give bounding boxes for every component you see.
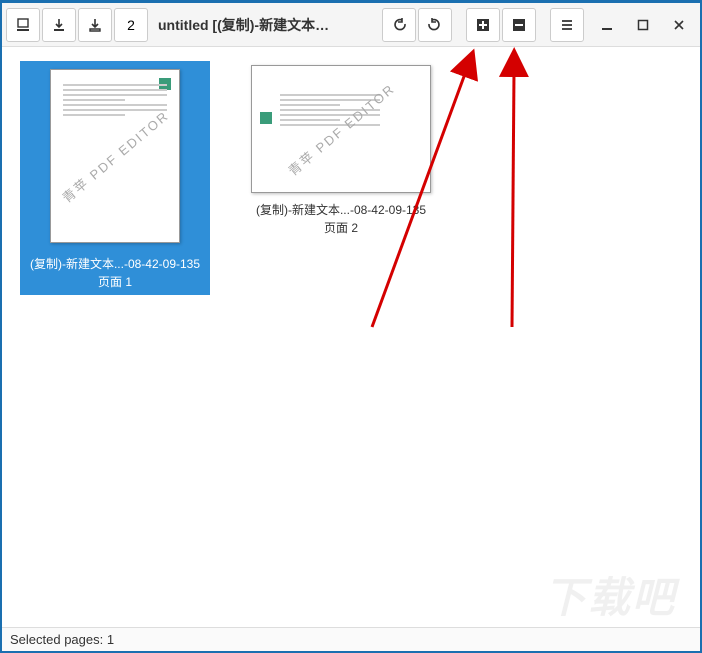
status-bar: Selected pages: 1 xyxy=(2,627,700,651)
page-caption: (复制)-新建文本...-08-42-09-135 页面 1 xyxy=(20,251,210,295)
import-button[interactable] xyxy=(42,8,76,42)
close-button[interactable] xyxy=(662,8,696,42)
thumbnails-area[interactable]: 青苹 PDF EDITOR (复制)-新建文本...-08-42-09-135 … xyxy=(2,47,700,627)
page-preview: 青苹 PDF EDITOR xyxy=(251,65,431,193)
toolbar: 2 untitled [(复制)-新建文本文档 (2... xyxy=(2,3,700,47)
rotate-left-button[interactable] xyxy=(382,8,416,42)
page-thumbnail-2[interactable]: 青苹 PDF EDITOR (复制)-新建文本...-08-42-09-135 … xyxy=(246,61,436,237)
watermark-text: 青苹 PDF EDITOR xyxy=(58,106,173,207)
window-title: untitled [(复制)-新建文本文档 (2... xyxy=(150,15,350,35)
selected-pages-label: Selected pages: 1 xyxy=(10,632,114,647)
page-caption: (复制)-新建文本...-08-42-09-135 页面 2 xyxy=(246,201,436,237)
export-button[interactable] xyxy=(78,8,112,42)
add-page-button[interactable] xyxy=(466,8,500,42)
view-mode-button[interactable] xyxy=(6,8,40,42)
rotate-right-button[interactable] xyxy=(418,8,452,42)
minimize-button[interactable] xyxy=(590,8,624,42)
page-preview: 青苹 PDF EDITOR xyxy=(50,69,180,243)
page-thumbnail-1[interactable]: 青苹 PDF EDITOR (复制)-新建文本...-08-42-09-135 … xyxy=(20,61,210,295)
menu-button[interactable] xyxy=(550,8,584,42)
page-count: 2 xyxy=(114,8,148,42)
maximize-button[interactable] xyxy=(626,8,660,42)
remove-page-button[interactable] xyxy=(502,8,536,42)
